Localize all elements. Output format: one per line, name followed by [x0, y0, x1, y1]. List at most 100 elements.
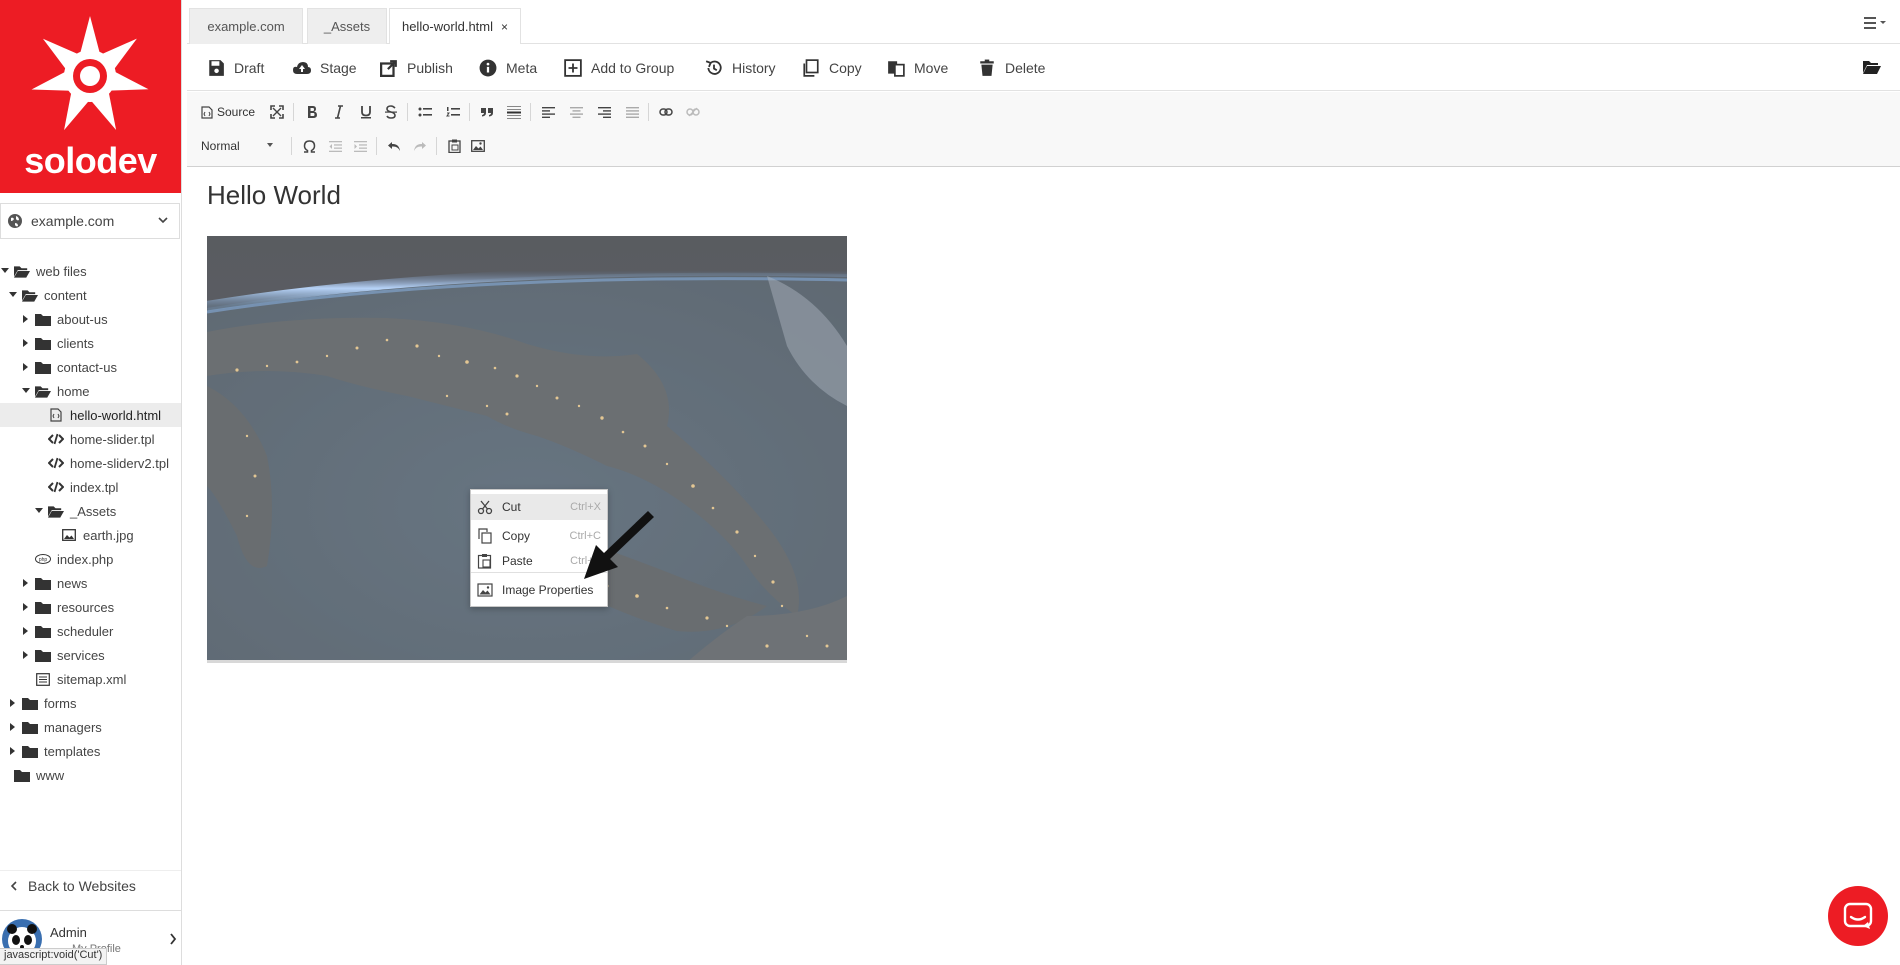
tree-item[interactable]: clients — [0, 331, 181, 355]
bulleted-list-button[interactable] — [414, 101, 436, 123]
tree-item[interactable]: php index.php — [0, 547, 181, 571]
code-icon — [48, 456, 64, 470]
tree-item[interactable]: hello-world.html — [0, 403, 181, 427]
solodev-logo[interactable]: solodev — [0, 0, 181, 193]
toolbar-separator — [291, 137, 292, 155]
status-url: javascript:void('Cut') — [0, 948, 108, 965]
caret-down-icon[interactable] — [34, 506, 44, 516]
meta-button[interactable]: Meta — [479, 45, 537, 91]
tree-item[interactable]: about-us — [0, 307, 181, 331]
share-icon — [380, 60, 397, 77]
tree-item[interactable]: contact-us — [0, 355, 181, 379]
italic-button[interactable] — [328, 101, 350, 123]
blockquote-button[interactable] — [476, 101, 498, 123]
unlink-button[interactable] — [682, 101, 704, 123]
special-char-button[interactable] — [298, 135, 320, 157]
tab-hello-world[interactable]: hello-world.html × — [389, 8, 521, 44]
editor-content[interactable]: Hello World — [187, 168, 1900, 894]
paste-from-word-button[interactable] — [443, 135, 465, 157]
caret-right-icon[interactable] — [8, 746, 18, 756]
delete-button[interactable]: Delete — [978, 45, 1045, 91]
tree-item[interactable]: scheduler — [0, 619, 181, 643]
tree-item[interactable]: forms — [0, 691, 181, 715]
tree-item[interactable]: home-sliderv2.tpl — [0, 451, 181, 475]
caret-right-icon[interactable] — [21, 338, 31, 348]
back-to-websites-link[interactable]: Back to Websites — [0, 870, 181, 900]
delete-label: Delete — [1005, 60, 1046, 76]
link-button[interactable] — [655, 101, 677, 123]
caret-right-icon[interactable] — [21, 314, 31, 324]
tree-item[interactable]: news — [0, 571, 181, 595]
tab-example-com[interactable]: example.com — [189, 8, 303, 44]
caret-right-icon[interactable] — [8, 722, 18, 732]
folder-icon — [22, 696, 38, 710]
caret-down-icon[interactable] — [0, 266, 10, 276]
strikethrough-button[interactable] — [380, 101, 402, 123]
tree-item[interactable]: www — [0, 763, 181, 787]
caret-right-icon[interactable] — [21, 602, 31, 612]
horizontal-rule-button[interactable] — [503, 101, 525, 123]
caret-down-icon[interactable] — [21, 386, 31, 396]
document-heading[interactable]: Hello World — [207, 180, 341, 211]
format-select[interactable]: Normal — [201, 135, 277, 157]
omega-icon — [303, 139, 315, 153]
undo-button[interactable] — [383, 135, 405, 157]
caret-right-icon[interactable] — [8, 698, 18, 708]
add-to-group-button[interactable]: Add to Group — [564, 45, 674, 91]
tree-item[interactable]: web files — [0, 259, 181, 283]
move-button[interactable]: Move — [887, 45, 948, 91]
tree-item[interactable]: managers — [0, 715, 181, 739]
tree-item[interactable]: sitemap.xml — [0, 667, 181, 691]
toolbar-separator — [407, 103, 408, 121]
align-right-button[interactable] — [593, 101, 615, 123]
rich-text-editor: Source Normal Hello World — [187, 92, 1900, 920]
history-button[interactable]: History — [705, 45, 776, 91]
caret-down-icon[interactable] — [8, 290, 18, 300]
caret-right-icon[interactable] — [21, 362, 31, 372]
align-justify-button[interactable] — [621, 101, 643, 123]
tree-item[interactable]: home-slider.tpl — [0, 427, 181, 451]
tree-item-label: news — [57, 575, 88, 591]
image-icon — [471, 140, 485, 152]
site-select[interactable]: example.com — [0, 203, 180, 239]
caret-right-icon[interactable] — [21, 578, 31, 588]
outdent-button[interactable] — [324, 135, 346, 157]
folder-open-icon[interactable] — [1862, 59, 1882, 75]
tree-item[interactable]: services — [0, 643, 181, 667]
redo-button[interactable] — [409, 135, 431, 157]
publish-button[interactable]: Publish — [380, 45, 453, 91]
copy-label: Copy — [829, 60, 862, 76]
underline-button[interactable] — [355, 101, 377, 123]
hamburger-menu-icon[interactable] — [1864, 16, 1888, 30]
tree-item-label: templates — [44, 743, 101, 759]
stage-button[interactable]: Stage — [293, 45, 357, 91]
source-button[interactable]: Source — [201, 101, 255, 123]
caret-right-icon[interactable] — [21, 650, 31, 660]
copy-button[interactable]: Copy — [802, 45, 862, 91]
tree-item[interactable]: _Assets — [0, 499, 181, 523]
chat-icon — [1843, 902, 1873, 929]
numbered-list-button[interactable] — [442, 101, 464, 123]
insert-image-button[interactable] — [467, 135, 489, 157]
align-center-button[interactable] — [565, 101, 587, 123]
tree-item[interactable]: templates — [0, 739, 181, 763]
caret-right-icon[interactable] — [21, 626, 31, 636]
draft-button[interactable]: Draft — [207, 45, 264, 91]
tree-item[interactable]: index.tpl — [0, 475, 181, 499]
tree-item[interactable]: home — [0, 379, 181, 403]
align-left-button[interactable] — [537, 101, 559, 123]
file-tree: web files content about-us clients contact-u… — [0, 259, 181, 787]
info-icon — [479, 59, 497, 77]
tree-item[interactable]: earth.jpg — [0, 523, 181, 547]
bold-button[interactable] — [301, 101, 323, 123]
undo-icon — [388, 141, 400, 151]
indent-button[interactable] — [349, 135, 371, 157]
tree-item[interactable]: resources — [0, 595, 181, 619]
maximize-button[interactable] — [266, 101, 288, 123]
code-icon — [48, 480, 64, 494]
close-tab-icon[interactable]: × — [501, 20, 508, 34]
chat-button[interactable] — [1828, 886, 1888, 946]
tab-assets[interactable]: _Assets — [307, 8, 387, 44]
tree-item[interactable]: content — [0, 283, 181, 307]
chevron-right-icon — [170, 933, 177, 945]
